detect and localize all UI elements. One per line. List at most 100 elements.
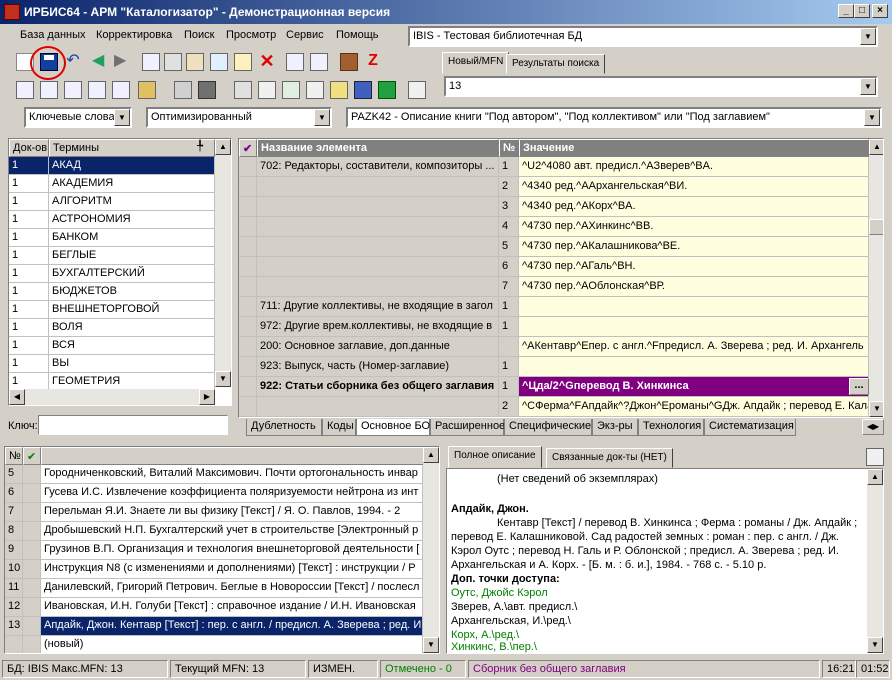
pin-icon[interactable]: ╄: [197, 141, 203, 152]
editor-tab[interactable]: Технология: [638, 419, 704, 436]
maximize-button[interactable]: □: [854, 4, 870, 18]
record-row[interactable]: 12 Ивановская, И.Н. Голуби [Текст] : спра…: [5, 598, 423, 617]
field-occurrence[interactable]: 3: [499, 197, 519, 216]
field-value[interactable]: ^4340 ред.^AКорх^BA.: [519, 197, 869, 216]
field-occurrence[interactable]: 1: [499, 317, 519, 336]
print-preview-icon[interactable]: [866, 448, 884, 466]
field-value[interactable]: ^4730 пер.^AХинкинс^BB.: [519, 217, 869, 236]
record-row[interactable]: (новый): [5, 636, 423, 653]
row-marker[interactable]: [239, 257, 257, 276]
menu-edit[interactable]: Корректировка: [96, 29, 172, 41]
field-value[interactable]: ^CФерма^FАпдайк^?Джон^Eроманы^GДж. Апдай…: [519, 397, 869, 416]
field-name[interactable]: [257, 257, 499, 276]
record-row[interactable]: 7 Перельман Я.И. Знаете ли вы физику [Тек…: [5, 503, 423, 522]
database-select[interactable]: IBIS - Тестовая библиотечная БД ▼: [408, 26, 878, 47]
field-row[interactable]: 923: Выпуск, часть (Номер-заглавие) 1: [239, 357, 869, 377]
field-value[interactable]: ^Цда/2^Gперевод В. Хинкинса: [519, 377, 869, 396]
scroll-up-icon[interactable]: ▲: [867, 469, 883, 485]
field-name[interactable]: 922: Статьи сборника без общего заглавия: [257, 377, 499, 396]
scroll-up-icon[interactable]: ▲: [215, 139, 231, 155]
field-name[interactable]: 972: Другие врем.коллективы, не входящие…: [257, 317, 499, 336]
record-row[interactable]: 10 Инструкция N8 (с изменениями и дополне…: [5, 560, 423, 579]
editor-tab[interactable]: Коды: [322, 419, 356, 436]
mail-icon[interactable]: [64, 81, 82, 99]
term-row[interactable]: 1 ВНЕШНЕТОРГОВОЙ: [9, 301, 215, 319]
editor-header-name[interactable]: Название элемента: [257, 139, 499, 157]
undo-icon[interactable]: ↶: [64, 53, 82, 71]
tab-search-results[interactable]: Результаты поиска: [506, 54, 606, 74]
field-name[interactable]: 200: Основное заглавие, доп.данные: [257, 337, 499, 356]
term-row[interactable]: 1 АКАДЕМИЯ: [9, 175, 215, 193]
field-name[interactable]: [257, 217, 499, 236]
mfn-input[interactable]: 13 ▼: [444, 76, 878, 97]
field-value[interactable]: [519, 317, 869, 336]
terms-vscroll[interactable]: ▲ ▼: [215, 139, 231, 387]
preview-entry-5[interactable]: Хинкинс, В.\пер.\: [451, 641, 537, 653]
row-marker[interactable]: [239, 157, 257, 176]
menu-view[interactable]: Просмотр: [226, 29, 276, 41]
scroll-down-icon[interactable]: ▼: [215, 371, 231, 387]
field-name[interactable]: [257, 177, 499, 196]
field-occurrence[interactable]: 1: [499, 297, 519, 316]
grid-icon[interactable]: [164, 53, 182, 71]
worksheet-select[interactable]: PAZK42 - Описание книги "Под автором", "…: [346, 107, 882, 128]
row-marker[interactable]: [239, 397, 257, 416]
import-icon[interactable]: [286, 53, 304, 71]
excel-icon[interactable]: [378, 81, 396, 99]
field-value[interactable]: ^4340 ред.^AАрхангельская^BИ.: [519, 177, 869, 196]
view-icon[interactable]: [174, 81, 192, 99]
term-row[interactable]: 1 АСТРОНОМИЯ: [9, 211, 215, 229]
editor-tab[interactable]: Специфические: [504, 419, 592, 436]
term-row[interactable]: 1 АКАД: [9, 157, 215, 175]
chevron-down-icon[interactable]: ▼: [114, 109, 130, 126]
z3950-icon[interactable]: Z: [364, 53, 382, 71]
field-row[interactable]: 7 ^4730 пер.^AОблонская^BР.: [239, 277, 869, 297]
field-row[interactable]: 6 ^4730 пер.^AГаль^BН.: [239, 257, 869, 277]
field-occurrence[interactable]: 1: [499, 157, 519, 176]
row-marker[interactable]: [239, 337, 257, 356]
search-help-icon[interactable]: [40, 81, 58, 99]
scroll-down-icon[interactable]: ▼: [867, 637, 883, 653]
row-marker[interactable]: [239, 277, 257, 296]
menu-database[interactable]: База данных: [20, 29, 86, 41]
field-row[interactable]: 711: Другие коллективы, не входящие в за…: [239, 297, 869, 317]
editor-tab[interactable]: Расширенное: [430, 419, 505, 436]
field-value[interactable]: ^U2^4080 авт. предисл.^AЗверев^BA.: [519, 157, 869, 176]
row-marker[interactable]: [239, 197, 257, 216]
editor-header-value[interactable]: Значение: [519, 139, 869, 157]
scroll-up-icon[interactable]: ▲: [869, 139, 883, 155]
optimization-select[interactable]: Оптимизированный ▼: [146, 107, 332, 128]
editor-tab[interactable]: Дублетность: [246, 419, 322, 436]
chevron-down-icon[interactable]: ▼: [864, 109, 880, 126]
field-occurrence[interactable]: [499, 337, 519, 356]
printer-icon[interactable]: [234, 81, 252, 99]
field-name[interactable]: 923: Выпуск, часть (Номер-заглавие): [257, 357, 499, 376]
record-row[interactable]: 8 Дробышевский Н.П. Бухгалтерский учет в …: [5, 522, 423, 541]
print-icon[interactable]: [186, 53, 204, 71]
settings-icon[interactable]: [408, 81, 426, 99]
chevron-down-icon[interactable]: ▼: [314, 109, 330, 126]
records-vscroll[interactable]: ▲ ▼: [423, 447, 439, 653]
field-occurrence[interactable]: 4: [499, 217, 519, 236]
field-name[interactable]: [257, 277, 499, 296]
scroll-left-icon[interactable]: ◀: [9, 389, 25, 405]
term-row[interactable]: 1 БУХГАЛТЕРСКИЙ: [9, 265, 215, 283]
records-header-num[interactable]: №: [5, 447, 23, 465]
menu-help[interactable]: Помощь: [336, 29, 379, 41]
field-row[interactable]: 972: Другие врем.коллективы, не входящие…: [239, 317, 869, 337]
scroll-down-icon[interactable]: ▼: [423, 637, 439, 653]
field-occurrence[interactable]: 2: [499, 397, 519, 416]
export-icon[interactable]: [310, 53, 328, 71]
editor-header-num[interactable]: №: [499, 139, 519, 157]
editor-tab[interactable]: Систематизация: [704, 419, 796, 436]
record-row[interactable]: 6 Гусева И.С. Извлечение коэффициента пол…: [5, 484, 423, 503]
back-arrow-icon[interactable]: ◀: [92, 53, 110, 71]
delete-icon[interactable]: ✕: [258, 52, 276, 71]
search-mode-select[interactable]: Ключевые слова ▼: [24, 107, 132, 128]
editor-vscroll[interactable]: ▲ ▼: [869, 139, 883, 417]
preview-entry-4[interactable]: Корх, А.\ред.\: [451, 629, 519, 641]
docs-icon[interactable]: [306, 81, 324, 99]
books-icon[interactable]: [340, 53, 358, 71]
row-marker[interactable]: [239, 237, 257, 256]
field-occurrence[interactable]: 2: [499, 177, 519, 196]
